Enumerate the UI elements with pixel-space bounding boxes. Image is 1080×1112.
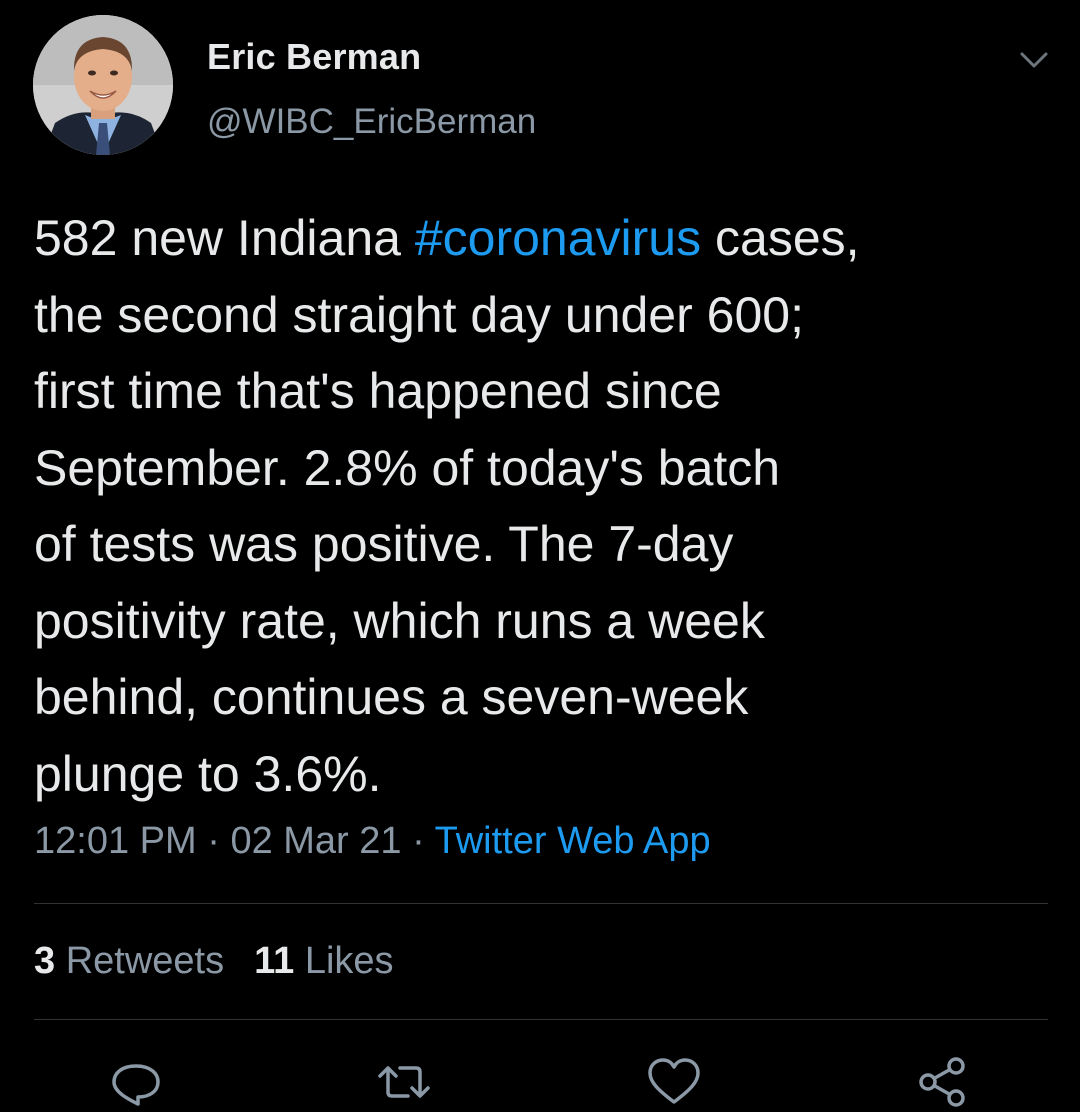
tweet-text: 582 new Indiana #coronavirus cases, the … [34, 200, 1044, 812]
retweets-label: Retweets [55, 940, 225, 982]
retweets-stat[interactable]: 3 Retweets [34, 940, 224, 983]
author-display-name[interactable]: Eric Berman [207, 36, 421, 78]
avatar[interactable] [33, 15, 173, 155]
likes-label: Likes [294, 940, 394, 982]
reply-icon[interactable] [106, 1052, 166, 1112]
divider [34, 1019, 1048, 1020]
divider [34, 903, 1048, 904]
author-handle[interactable]: @WIBC_EricBerman [207, 102, 536, 142]
tweet-meta: 12:01 PM · 02 Mar 21 · Twitter Web App [34, 820, 711, 863]
action-bar [0, 1052, 1080, 1112]
tweet-text-part1: 582 new Indiana [34, 210, 415, 266]
heart-icon[interactable] [644, 1052, 704, 1112]
likes-count: 11 [254, 940, 295, 982]
tweet-source-link[interactable]: Twitter Web App [435, 820, 711, 862]
tweet-stats: 3 Retweets 11 Likes [34, 940, 394, 983]
meta-separator: · [196, 820, 231, 862]
chevron-down-icon[interactable] [1014, 40, 1054, 80]
share-icon[interactable] [912, 1052, 972, 1112]
retweet-icon[interactable] [374, 1052, 434, 1112]
tweet-date[interactable]: 02 Mar 21 [230, 820, 401, 862]
profile-photo-icon [33, 15, 173, 155]
tweet-text-part2: cases, the second straight day under 600… [34, 210, 860, 802]
meta-separator: · [401, 820, 435, 862]
hashtag-link[interactable]: #coronavirus [415, 210, 701, 266]
likes-stat[interactable]: 11 Likes [254, 940, 393, 983]
tweet-time[interactable]: 12:01 PM [34, 820, 197, 862]
retweets-count: 3 [34, 940, 56, 982]
tweet: Eric Berman @WIBC_EricBerman 582 new Ind… [0, 0, 1080, 1107]
